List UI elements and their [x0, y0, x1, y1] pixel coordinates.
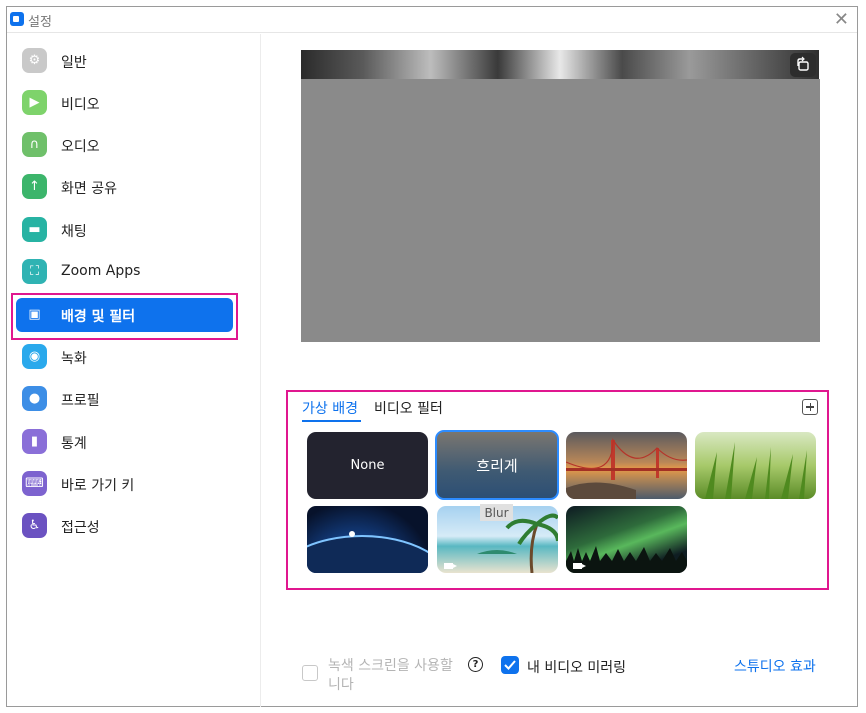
sidebar-item-label: 채팅	[61, 224, 87, 240]
close-icon[interactable]: ✕	[834, 9, 849, 30]
earth-image	[307, 531, 428, 573]
background-none-thumbnail[interactable]: None	[307, 432, 428, 499]
help-icon[interactable]: ?	[468, 657, 483, 672]
mirror-video-checkbox[interactable]	[501, 656, 519, 674]
gear-icon: ⚙	[22, 48, 47, 73]
sidebar-item-share-screen[interactable]: ↑ 화면 공유	[16, 170, 233, 204]
checkmark-icon	[504, 660, 516, 670]
share-screen-icon: ↑	[22, 174, 47, 199]
settings-sidebar: ⚙ 일반 ▶ 비디오 ∩ 오디오 ↑ 화면 공유 ▬ 채팅 ⛶ Zoom App…	[7, 34, 261, 707]
thumbnail-label: 흐리게	[476, 456, 518, 475]
camera-preview-strip	[301, 50, 819, 79]
sidebar-item-label: 일반	[61, 55, 87, 71]
background-blur-thumbnail[interactable]: 흐리게	[435, 430, 559, 500]
sidebar-item-label: 접근성	[61, 520, 100, 536]
aurora-image	[566, 546, 687, 573]
video-camera-icon: ▶	[22, 90, 47, 115]
background-aurora-thumbnail[interactable]	[566, 506, 687, 573]
active-tab-underline	[302, 420, 361, 422]
background-grass-thumbnail[interactable]	[695, 432, 816, 499]
video-background-icon	[573, 563, 586, 569]
sidebar-item-label: 오디오	[61, 139, 100, 155]
background-earth-thumbnail[interactable]	[307, 506, 428, 573]
sidebar-item-recording[interactable]: ◉ 녹화	[16, 340, 233, 374]
tab-video-filters[interactable]: 비디오 필터	[374, 398, 443, 418]
sidebar-item-label: 비디오	[61, 97, 100, 113]
sidebar-item-label: 통계	[61, 436, 87, 452]
sidebar-item-label: Zoom Apps	[61, 263, 141, 279]
sidebar-item-label: 바로 가기 키	[61, 478, 135, 494]
sidebar-item-chat[interactable]: ▬ 채팅	[16, 213, 233, 247]
headphones-icon: ∩	[22, 132, 47, 157]
rotate-camera-icon	[797, 56, 809, 71]
tab-virtual-background[interactable]: 가상 배경	[302, 398, 358, 418]
green-screen-checkbox[interactable]	[302, 665, 318, 681]
accessibility-icon: ♿	[22, 513, 47, 538]
thumbnail-label: None	[350, 458, 385, 473]
record-icon: ◉	[22, 344, 47, 369]
background-bridge-thumbnail[interactable]	[566, 432, 687, 499]
zoom-apps-icon: ⛶	[22, 259, 47, 284]
settings-window: 설정 ✕ ⚙ 일반 ▶ 비디오 ∩ 오디오 ↑ 화면 공유 ▬ 채팅 ⛶ Zoo…	[6, 6, 858, 707]
sidebar-item-zoom-apps[interactable]: ⛶ Zoom Apps	[16, 255, 233, 289]
statistics-icon: ▮	[22, 429, 47, 454]
green-screen-label: 녹색 스크린을 사용할 니다	[328, 658, 453, 693]
sidebar-item-shortcuts[interactable]: ⌨ 바로 가기 키	[16, 467, 233, 501]
studio-effects-link[interactable]: 스튜디오 효과	[734, 656, 816, 676]
sidebar-annotation-box	[11, 293, 238, 340]
zoom-app-icon	[10, 12, 24, 26]
video-background-icon	[444, 563, 457, 569]
rotate-camera-button[interactable]	[790, 53, 816, 77]
sidebar-item-profile[interactable]: ● 프로필	[16, 382, 233, 416]
sidebar-item-label: 화면 공유	[61, 181, 117, 197]
profile-icon: ●	[22, 386, 47, 411]
sidebar-item-accessibility[interactable]: ♿ 접근성	[16, 509, 233, 543]
keyboard-icon: ⌨	[22, 471, 47, 496]
title-bar: 설정 ✕	[7, 7, 857, 33]
sidebar-item-label: 프로필	[61, 393, 100, 409]
window-title: 설정	[28, 15, 52, 30]
mirror-video-label: 내 비디오 미러링	[527, 660, 627, 676]
camera-preview	[301, 79, 820, 342]
blur-tooltip: Blur	[480, 504, 513, 521]
chat-bubble-icon: ▬	[22, 217, 47, 242]
sidebar-item-label: 녹화	[61, 351, 87, 367]
sidebar-item-audio[interactable]: ∩ 오디오	[16, 128, 233, 162]
sidebar-item-video[interactable]: ▶ 비디오	[16, 86, 233, 120]
sidebar-item-statistics[interactable]: ▮ 통계	[16, 425, 233, 459]
sidebar-item-general[interactable]: ⚙ 일반	[16, 44, 233, 78]
add-background-button[interactable]	[802, 399, 818, 415]
bridge-image	[566, 437, 687, 499]
grass-image	[705, 442, 807, 499]
